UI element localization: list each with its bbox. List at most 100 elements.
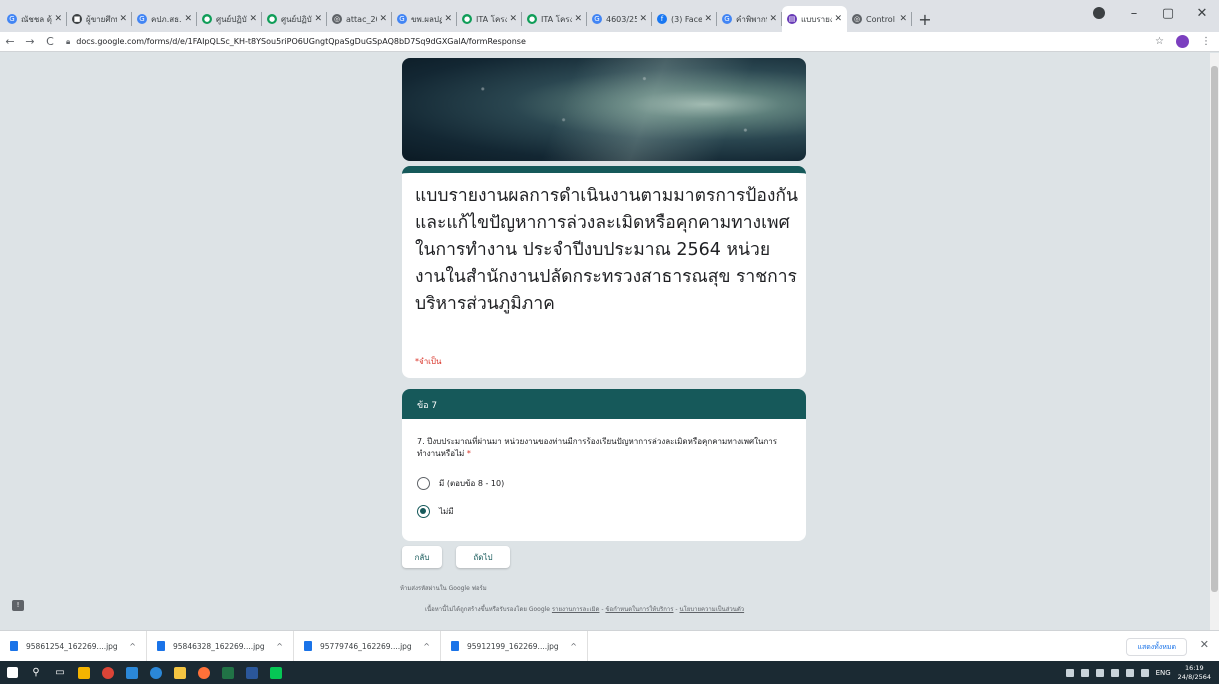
- word-icon[interactable]: [240, 661, 264, 684]
- windows-start-icon[interactable]: [0, 661, 24, 684]
- tray-app-icon-2[interactable]: [1095, 668, 1104, 677]
- tray-app-icon[interactable]: [1065, 668, 1074, 677]
- browser-tab[interactable]: G 4603/256✕: [587, 6, 652, 32]
- download-item[interactable]: 95861254_162269....jpg ^: [0, 630, 147, 662]
- tab-close-icon[interactable]: ✕: [54, 14, 62, 24]
- chevron-up-icon[interactable]: ^: [423, 642, 430, 651]
- bookmark-star-icon[interactable]: ☆: [1155, 36, 1164, 47]
- image-file-icon: [451, 641, 459, 651]
- browser-tab[interactable]: G ณัชชล ดุ้ม✕: [2, 6, 67, 32]
- maximize-button[interactable]: ▢: [1151, 6, 1185, 21]
- required-star: *: [466, 449, 471, 458]
- tab-close-icon[interactable]: ✕: [444, 14, 452, 24]
- tab-favicon: ●: [267, 14, 277, 24]
- language-indicator[interactable]: ENG: [1156, 669, 1171, 677]
- mail-icon[interactable]: [120, 661, 144, 684]
- chevron-up-icon[interactable]: ^: [570, 642, 577, 651]
- url-field[interactable]: 🔒︎ docs.google.com/forms/d/e/1FAIpQLSc_K…: [66, 37, 526, 47]
- taskbar-clock[interactable]: 16:19 24/8/2564: [1178, 664, 1211, 682]
- browser-tab[interactable]: ◎ attac_202✕: [327, 6, 392, 32]
- browser-tab-strip: Gณัชชล ดุ้ม✕■ผู้ขายศึกษา✕Gคปภ.สธ.✕●ศูนย์…: [0, 0, 1219, 32]
- browser-tab[interactable]: ● ศูนย์ปฏิบัติ✕: [262, 6, 327, 32]
- tab-close-icon[interactable]: ✕: [509, 14, 517, 24]
- show-all-downloads-button[interactable]: แสดงทั้งหมด: [1126, 638, 1187, 656]
- radio-yes[interactable]: [417, 477, 430, 490]
- tab-title: attac_202: [346, 14, 377, 24]
- chevron-up-icon[interactable]: ^: [276, 642, 283, 651]
- tab-title: 4603/256: [606, 14, 638, 24]
- download-item[interactable]: 95846328_162269....jpg ^: [147, 630, 294, 662]
- browser-tab[interactable]: G คำพิพากษ✕: [717, 6, 782, 32]
- radio-no[interactable]: [417, 505, 430, 518]
- profile-icon[interactable]: [1093, 7, 1105, 19]
- browser-tab[interactable]: ▤ แบบรายงาน✕: [782, 6, 847, 32]
- tab-close-icon[interactable]: ✕: [314, 14, 322, 24]
- form-header-image: [402, 58, 806, 161]
- tab-favicon: ●: [202, 14, 212, 24]
- tab-favicon: ◎: [332, 14, 342, 24]
- browser-tab[interactable]: ● ศูนย์ปฏิบัติ✕: [197, 6, 262, 32]
- feedback-icon[interactable]: !: [12, 600, 24, 611]
- tray-battery-icon[interactable]: [1125, 668, 1134, 677]
- file-explorer-icon[interactable]: [72, 661, 96, 684]
- tab-close-icon[interactable]: ✕: [184, 14, 192, 24]
- browser-tab[interactable]: G ขพ.ผลปฏ ✕: [392, 6, 457, 32]
- tab-close-icon[interactable]: ✕: [379, 14, 387, 24]
- browser-tab[interactable]: ■ ผู้ขายศึกษา✕: [67, 6, 132, 32]
- section-header: ข้อ 7: [402, 389, 806, 419]
- next-form-button[interactable]: ถัดไป: [456, 546, 510, 568]
- option-no[interactable]: ไม่มี: [417, 505, 454, 518]
- reload-button[interactable]: C: [40, 35, 60, 48]
- close-window-button[interactable]: ✕: [1185, 6, 1219, 21]
- tab-close-icon[interactable]: ✕: [899, 14, 907, 24]
- task-view-icon[interactable]: ▭: [48, 661, 72, 684]
- excel-icon[interactable]: [216, 661, 240, 684]
- chrome-icon[interactable]: [96, 661, 120, 684]
- download-item[interactable]: 95912199_162269....jpg ^: [441, 630, 588, 662]
- browser-tab[interactable]: ● ITA โครงก✕: [457, 6, 522, 32]
- tab-close-icon[interactable]: ✕: [119, 14, 127, 24]
- tab-title: ณัชชล ดุ้ม: [21, 14, 52, 24]
- firefox-icon[interactable]: [192, 661, 216, 684]
- tab-close-icon[interactable]: ✕: [704, 14, 712, 24]
- edge-icon[interactable]: [144, 661, 168, 684]
- new-tab-button[interactable]: +: [912, 6, 938, 32]
- page-content: แบบรายงานผลการดำเนินงานตามมาตรการป้องกัน…: [0, 53, 1210, 630]
- forward-button[interactable]: →: [20, 35, 40, 48]
- tab-close-icon[interactable]: ✕: [574, 14, 582, 24]
- browser-tab[interactable]: ◎ Control P✕: [847, 6, 912, 32]
- back-form-button[interactable]: กลับ: [402, 546, 442, 568]
- tab-close-icon[interactable]: ✕: [769, 14, 777, 24]
- tab-favicon: ◎: [852, 14, 862, 24]
- privacy-link[interactable]: นโยบายความเป็นส่วนตัว: [680, 606, 745, 613]
- footer-disclaimer: เนื้อหานี้ไม่ได้ถูกสร้างขึ้นหรือรับรองโด…: [425, 606, 745, 613]
- lock-icon: 🔒︎: [66, 36, 71, 46]
- tab-close-icon[interactable]: ✕: [249, 14, 257, 24]
- account-avatar[interactable]: [1176, 35, 1189, 48]
- close-downloads-icon[interactable]: ✕: [1200, 638, 1209, 651]
- report-abuse-link[interactable]: รายงานการละเมิด: [552, 606, 600, 613]
- tray-volume-icon[interactable]: [1140, 668, 1149, 677]
- line-icon[interactable]: [264, 661, 288, 684]
- tray-network-icon[interactable]: [1080, 668, 1089, 677]
- system-tray: ENG 16:19 24/8/2564: [1065, 661, 1211, 684]
- terms-link[interactable]: ข้อกำหนดในการให้บริการ: [605, 606, 673, 613]
- browser-tab[interactable]: ● ITA โครงก✕: [522, 6, 587, 32]
- search-icon[interactable]: ⚲: [24, 661, 48, 684]
- minimize-button[interactable]: –: [1117, 6, 1151, 21]
- browser-tab[interactable]: f (3) Facebo✕: [652, 6, 717, 32]
- folder-icon[interactable]: [168, 661, 192, 684]
- download-item[interactable]: 95779746_162269....jpg ^: [294, 630, 441, 662]
- scrollbar-thumb[interactable]: [1211, 66, 1218, 592]
- option-yes[interactable]: มี (ตอบข้อ 8 - 10): [417, 477, 504, 490]
- chevron-up-icon[interactable]: ^: [129, 642, 136, 651]
- tab-close-icon[interactable]: ✕: [639, 14, 647, 24]
- tab-title: คปภ.สธ.: [151, 14, 182, 24]
- browser-menu-icon[interactable]: ⋮: [1201, 36, 1211, 47]
- tab-title: ขพ.ผลปฏ: [411, 14, 443, 24]
- clock-date: 24/8/2564: [1177, 672, 1211, 681]
- tab-close-icon[interactable]: ✕: [834, 14, 842, 24]
- back-button[interactable]: ←: [0, 35, 20, 48]
- browser-tab[interactable]: G คปภ.สธ. ✕: [132, 6, 197, 32]
- tray-app-icon-3[interactable]: [1110, 668, 1119, 677]
